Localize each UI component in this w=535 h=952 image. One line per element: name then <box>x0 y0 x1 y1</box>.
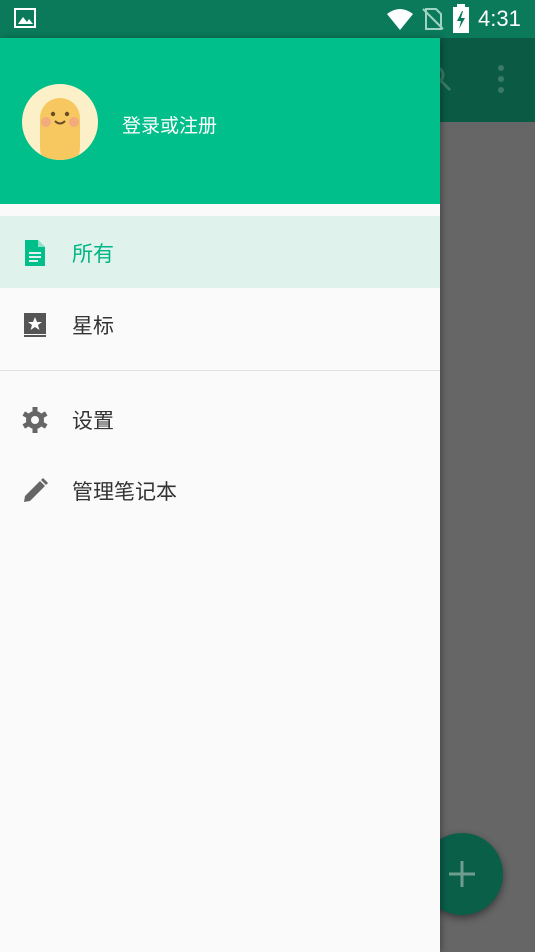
drawer-item-label: 设置 <box>72 409 114 433</box>
image-icon <box>14 8 36 28</box>
more-vert-icon[interactable] <box>496 64 506 94</box>
drawer-item-settings[interactable]: 设置 <box>0 383 440 455</box>
pencil-icon <box>24 478 48 502</box>
drawer-item-label: 管理笔记本 <box>72 480 177 504</box>
document-icon <box>25 240 45 266</box>
drawer-item-manage-notebooks[interactable]: 管理笔记本 <box>0 454 440 526</box>
battery-charging-icon <box>453 4 469 33</box>
drawer-header: 登录或注册 <box>0 38 440 204</box>
mascot-icon <box>40 98 80 160</box>
plus-icon <box>449 861 475 887</box>
status-time: 4:31 <box>478 6 521 31</box>
status-bar: 4:31 <box>0 0 535 38</box>
drawer-item-label: 星标 <box>72 314 114 338</box>
gear-icon <box>22 407 48 433</box>
wifi-icon <box>387 9 413 30</box>
drawer-item-starred[interactable]: 星标 <box>0 288 440 360</box>
drawer-item-label: 所有 <box>72 242 114 266</box>
avatar[interactable] <box>22 84 98 160</box>
login-register-link[interactable]: 登录或注册 <box>122 111 217 138</box>
drawer-divider <box>0 370 440 371</box>
drawer-item-all[interactable]: 所有 <box>0 216 440 288</box>
navigation-drawer: 登录或注册 所有 星标 设置 管理笔记本 <box>0 38 440 952</box>
no-sim-icon <box>422 8 444 30</box>
star-book-icon <box>24 313 46 337</box>
